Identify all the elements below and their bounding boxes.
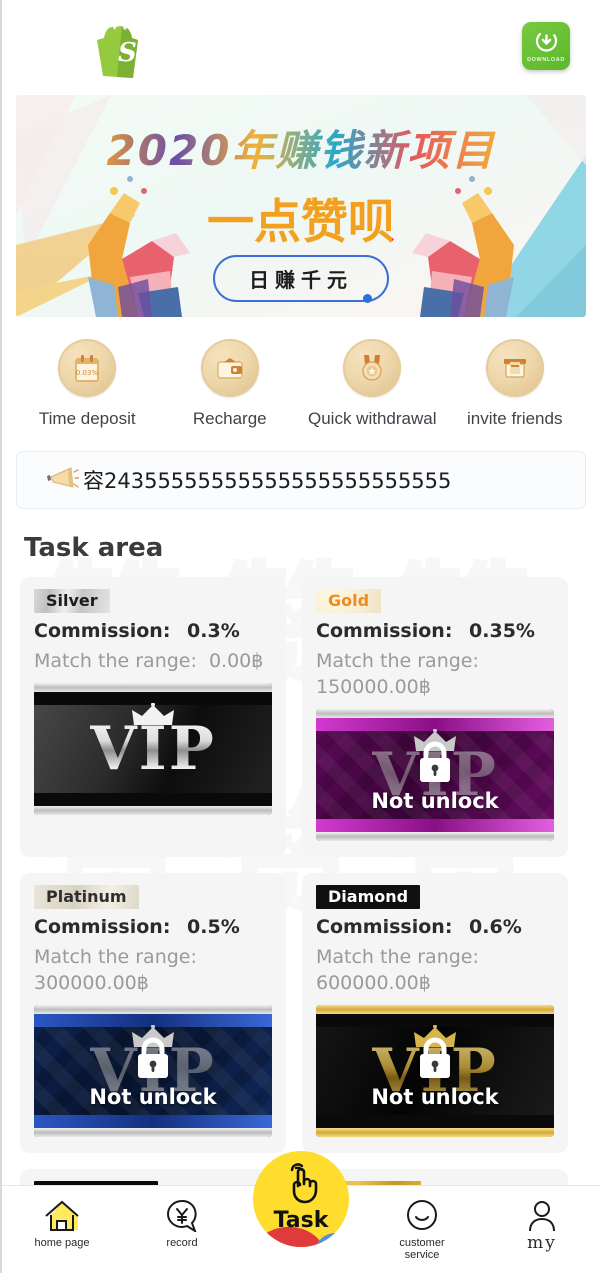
tab-home-page[interactable]: home page (2, 1186, 122, 1249)
range-row: Match the range: 300000.00฿ (34, 944, 272, 996)
commission-row: Commission: 0.3% (34, 620, 272, 642)
commission-value: 0.6% (469, 916, 522, 938)
task-card-gold[interactable]: Gold Commission: 0.35% Match the range: … (302, 577, 568, 857)
quick-action-invite-friends[interactable]: invite friends (444, 339, 587, 429)
commission-row: Commission: 0.6% (316, 916, 554, 938)
range-row: Match the range: 0.00฿ (34, 648, 272, 674)
tab-label: customer service (399, 1237, 445, 1261)
range-row: Match the range: 600000.00฿ (316, 944, 554, 996)
download-label: DOWNLOAD (527, 57, 565, 63)
home-icon (45, 1200, 79, 1231)
tap-hand-icon (290, 1162, 318, 1203)
tab-label: home page (34, 1237, 90, 1249)
lock-icon (138, 1037, 168, 1078)
range-value: 0.00฿ (208, 650, 264, 672)
page-title: Task area (24, 533, 164, 563)
locked-label: Not unlock (89, 1085, 217, 1109)
commission-label: Commission: (316, 916, 453, 938)
download-button[interactable]: DOWNLOAD (522, 22, 570, 70)
commission-label: Commission: (34, 620, 171, 642)
quick-action-quick-withdrawal[interactable]: Quick withdrawal (301, 339, 444, 429)
quick-actions: 0.03% Time deposit Recharge Quick withdr… (16, 339, 586, 429)
banner-subtitle: 一点赞呗 (16, 183, 586, 252)
quick-action-label: Quick withdrawal (308, 409, 437, 428)
range-label: Match the range: (34, 946, 197, 968)
task-fab-button[interactable]: Task (253, 1151, 349, 1247)
atm-icon (485, 339, 544, 397)
tier-badge: Silver (34, 589, 110, 613)
locked-overlay: Not unlock (34, 1005, 272, 1137)
calendar-rate-icon: 0.03% (58, 339, 117, 397)
range-label: Match the range: (34, 650, 197, 672)
medal-icon (343, 339, 402, 397)
commission-row: Commission: 0.35% (316, 620, 554, 642)
commission-row: Commission: 0.5% (34, 916, 272, 938)
yen-bubble-icon (167, 1199, 197, 1232)
crown-icon (132, 703, 174, 725)
shopify-bag-icon: S (94, 17, 150, 79)
locked-label: Not unlock (371, 789, 499, 813)
download-circle-icon (535, 30, 557, 52)
commission-label: Commission: (34, 916, 171, 938)
app-header: S DOWNLOAD (2, 0, 600, 95)
vip-card-art[interactable]: VIP Not unlock (316, 709, 554, 841)
commission-value: 0.35% (469, 620, 535, 642)
task-card-platinum[interactable]: Platinum Commission: 0.5% Match the rang… (20, 873, 286, 1153)
wallet-icon (200, 339, 259, 397)
locked-overlay: Not unlock (316, 709, 554, 841)
range-label: Match the range: (316, 650, 479, 672)
locked-overlay: Not unlock (316, 1005, 554, 1137)
promo-banner[interactable]: 2020年赚钱新项目 一点赞呗 日赚千元 (16, 95, 586, 317)
lock-icon (420, 741, 450, 782)
card-edge-top (34, 683, 272, 692)
quick-action-recharge[interactable]: Recharge (159, 339, 302, 429)
tab-my[interactable]: my (482, 1186, 600, 1253)
task-card-silver[interactable]: Silver Commission: 0.3% Match the range:… (20, 577, 286, 857)
tab-label: record (166, 1237, 198, 1249)
range-row: Match the range: 150000.00฿ (316, 648, 554, 700)
quick-action-time-deposit[interactable]: 0.03% Time deposit (16, 339, 159, 429)
card-edge-bottom (34, 806, 272, 815)
quick-action-label: invite friends (467, 409, 563, 428)
commission-value: 0.5% (187, 916, 240, 938)
card-strip-bottom (34, 793, 272, 806)
announcement-bar[interactable]: 容24355555555555555555555555 (16, 451, 586, 509)
banner-title: 2020年赚钱新项目 (16, 117, 586, 178)
banner-pill-text: 日赚千元 (249, 268, 353, 292)
range-value: 600000.00฿ (316, 972, 431, 994)
range-label: Match the range: (316, 946, 479, 968)
task-card-diamond[interactable]: Diamond Commission: 0.6% Match the range… (302, 873, 568, 1153)
person-icon (529, 1201, 555, 1232)
commission-value: 0.3% (187, 620, 240, 642)
banner-pill: 日赚千元 (213, 255, 389, 303)
fab-label: Task (273, 1207, 329, 1233)
vip-card-art[interactable]: VIP Not unlock (34, 1005, 272, 1137)
lock-icon (420, 1037, 450, 1078)
quick-action-label: Recharge (192, 409, 267, 428)
range-value: 150000.00฿ (316, 676, 431, 698)
smiley-icon (407, 1200, 437, 1231)
app-root: 赞赞赞赞赞赞 S DOWNLOAD (0, 0, 600, 1273)
vip-card-art[interactable]: VIP (34, 683, 272, 815)
vip-card-art[interactable]: VIP Not unlock (316, 1005, 554, 1137)
announcement-text: 容24355555555555555555555555 (83, 469, 452, 493)
tier-badge: Platinum (34, 885, 139, 909)
tab-label: my (527, 1233, 557, 1253)
megaphone-icon (45, 465, 80, 496)
banner-pill-dot (363, 294, 372, 303)
range-value: 300000.00฿ (34, 972, 149, 994)
tier-badge: Gold (316, 589, 382, 613)
tab-record[interactable]: record (122, 1186, 242, 1249)
tier-badge: Diamond (316, 885, 421, 909)
quick-action-label: Time deposit (38, 409, 136, 428)
commission-label: Commission: (316, 620, 453, 642)
svg-text:S: S (118, 38, 137, 68)
locked-label: Not unlock (371, 1085, 499, 1109)
tab-customer-service[interactable]: customer service (362, 1186, 482, 1261)
svg-text:0.03%: 0.03% (76, 369, 99, 377)
